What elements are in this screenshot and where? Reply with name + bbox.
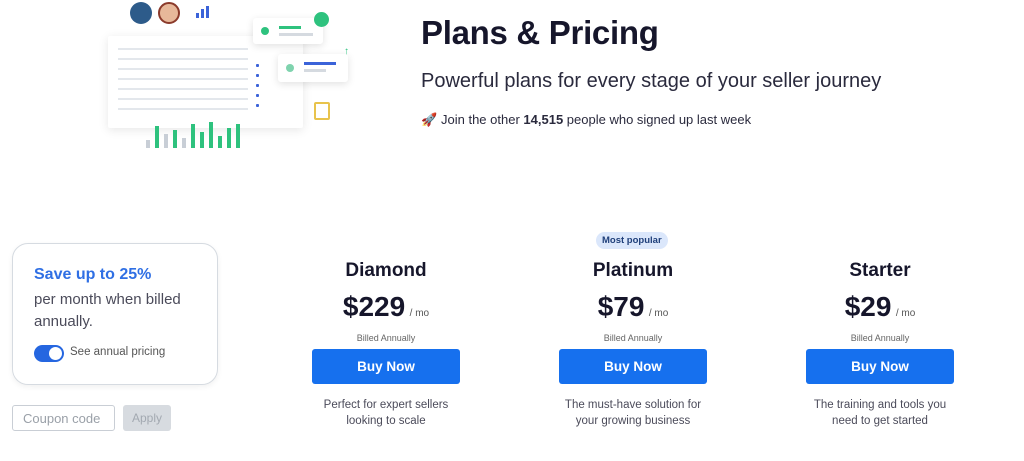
plan-name: Platinum [592,260,674,281]
page-title: Plans & Pricing [421,14,659,51]
apply-coupon-button[interactable]: Apply [123,405,171,431]
annual-pricing-label: See annual pricing [70,346,166,358]
hero-illustration: ↑ [108,0,368,150]
buy-now-button-starter[interactable]: Buy Now [806,349,954,384]
rocket-icon: 🚀 [421,112,438,127]
metric-card-graphic [253,18,323,44]
social-proof-prefix: Join the other [441,112,520,127]
metric-card-graphic-2 [278,54,348,82]
annual-pricing-toggle[interactable] [34,345,64,362]
avatar-male-icon [130,2,152,24]
plan-price-row: $79 / mo [558,291,708,327]
page-subtitle: Powerful plans for every stage of your s… [421,70,882,92]
plan-billing: Billed Annually [603,333,663,343]
plan-description: The must-have solution for your growing … [564,399,702,427]
coupon-code-input[interactable] [12,405,115,431]
annual-savings-card: Save up to 25% per month when billed ann… [12,243,218,385]
avatar-female-icon [158,2,180,24]
plan-period: / mo [648,308,669,319]
plan-price-row: $29 / mo [805,291,955,327]
most-popular-badge: Most popular [596,232,668,249]
plan-price: $29 [844,291,892,322]
plan-billing: Billed Annually [850,333,910,343]
plan-name: Diamond [345,260,427,281]
buy-now-button-platinum[interactable]: Buy Now [559,349,707,384]
clipboard-icon [314,102,330,120]
social-proof-suffix: people who signed up last week [566,112,752,127]
spreadsheet-graphic [108,36,303,128]
plan-price-row: $229 / mo [311,291,461,327]
dollar-icon [314,12,329,27]
plan-period: / mo [409,308,430,319]
savings-text: per month when billed annually. [34,291,181,330]
plan-card-platinum: Platinum $79 / mo Billed Annually Buy No… [558,250,708,429]
plan-price: $79 [597,291,645,322]
arrow-up-icon: ↑ [344,46,349,57]
plan-name: Starter [849,260,911,281]
plan-description: Perfect for expert sellers looking to sc… [323,399,449,427]
plan-card-diamond: Diamond $229 / mo Billed Annually Buy No… [311,250,461,429]
buy-now-button-diamond[interactable]: Buy Now [312,349,460,384]
plan-description: The training and tools you need to get s… [813,399,947,427]
plan-card-starter: Starter $29 / mo Billed Annually Buy Now… [805,250,955,429]
bar-chart-graphic [146,118,246,148]
plan-period: / mo [895,308,916,319]
plan-billing: Billed Annually [356,333,416,343]
bar-chart-mini-icon [196,6,210,18]
plan-price: $229 [342,291,406,322]
signup-count: 14,515 [523,112,564,127]
savings-headline: Save up to 25% [34,266,152,283]
social-proof: 🚀 Join the other 14,515 people who signed… [421,112,751,128]
